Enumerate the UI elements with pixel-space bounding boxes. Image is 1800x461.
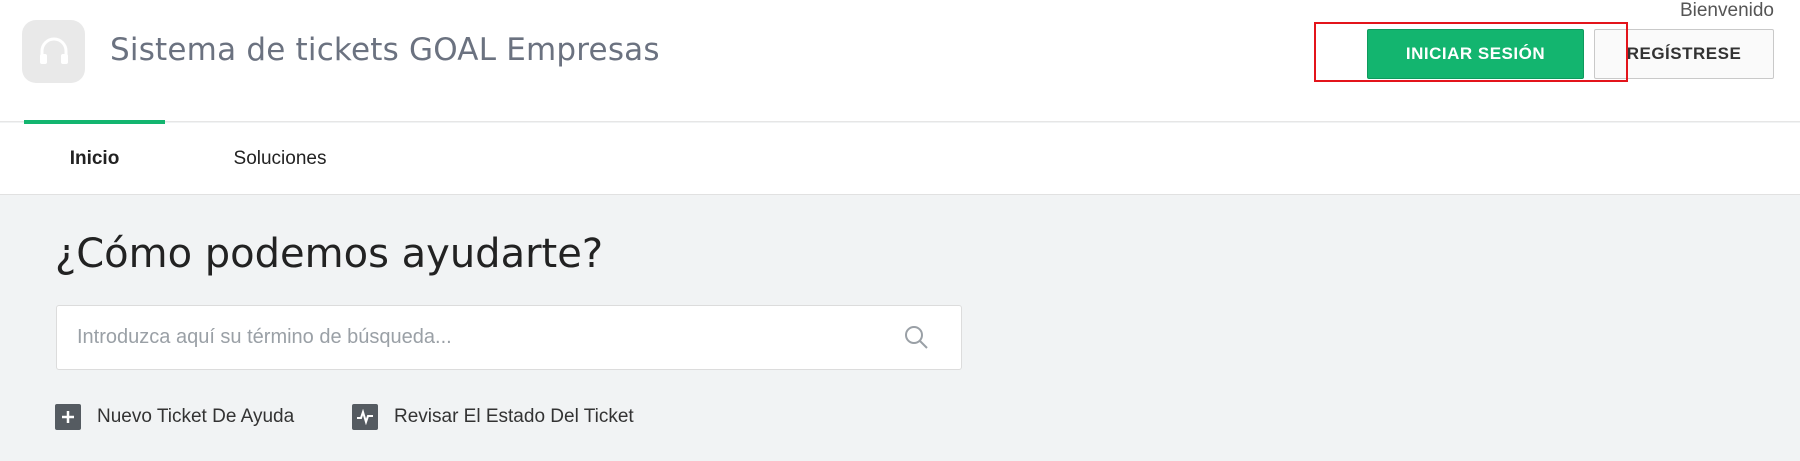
tab-home[interactable]: Inicio <box>24 120 165 195</box>
main-content: ¿Cómo podemos ayudarte? Nuevo Ticket De … <box>0 196 1800 461</box>
header: Sistema de tickets GOAL Empresas Bienven… <box>0 0 1800 122</box>
search-icon[interactable] <box>903 324 929 350</box>
activity-icon <box>352 404 378 430</box>
check-ticket-status-label: Revisar El Estado Del Ticket <box>394 406 634 427</box>
app-title: Sistema de tickets GOAL Empresas <box>110 32 660 68</box>
page-title: ¿Cómo podemos ayudarte? <box>55 231 604 277</box>
nav-tabs: Inicio Soluciones <box>0 120 1800 195</box>
new-ticket-label: Nuevo Ticket De Ayuda <box>97 406 295 427</box>
active-tab-indicator <box>24 120 165 124</box>
welcome-text: Bienvenido <box>1679 0 1774 21</box>
register-button[interactable]: REGÍSTRESE <box>1594 29 1774 79</box>
plus-icon <box>55 404 81 430</box>
logo[interactable] <box>22 20 85 83</box>
headset-icon <box>39 37 68 64</box>
tab-solutions[interactable]: Soluciones <box>210 123 350 195</box>
tab-home-label: Inicio <box>69 148 120 169</box>
check-ticket-status-link[interactable]: Revisar El Estado Del Ticket <box>352 403 634 431</box>
new-ticket-link[interactable]: Nuevo Ticket De Ayuda <box>55 403 294 431</box>
search-box <box>56 305 962 370</box>
login-button[interactable]: INICIAR SESIÓN <box>1367 29 1584 79</box>
search-input[interactable] <box>77 306 897 369</box>
tab-solutions-label: Soluciones <box>233 148 327 169</box>
